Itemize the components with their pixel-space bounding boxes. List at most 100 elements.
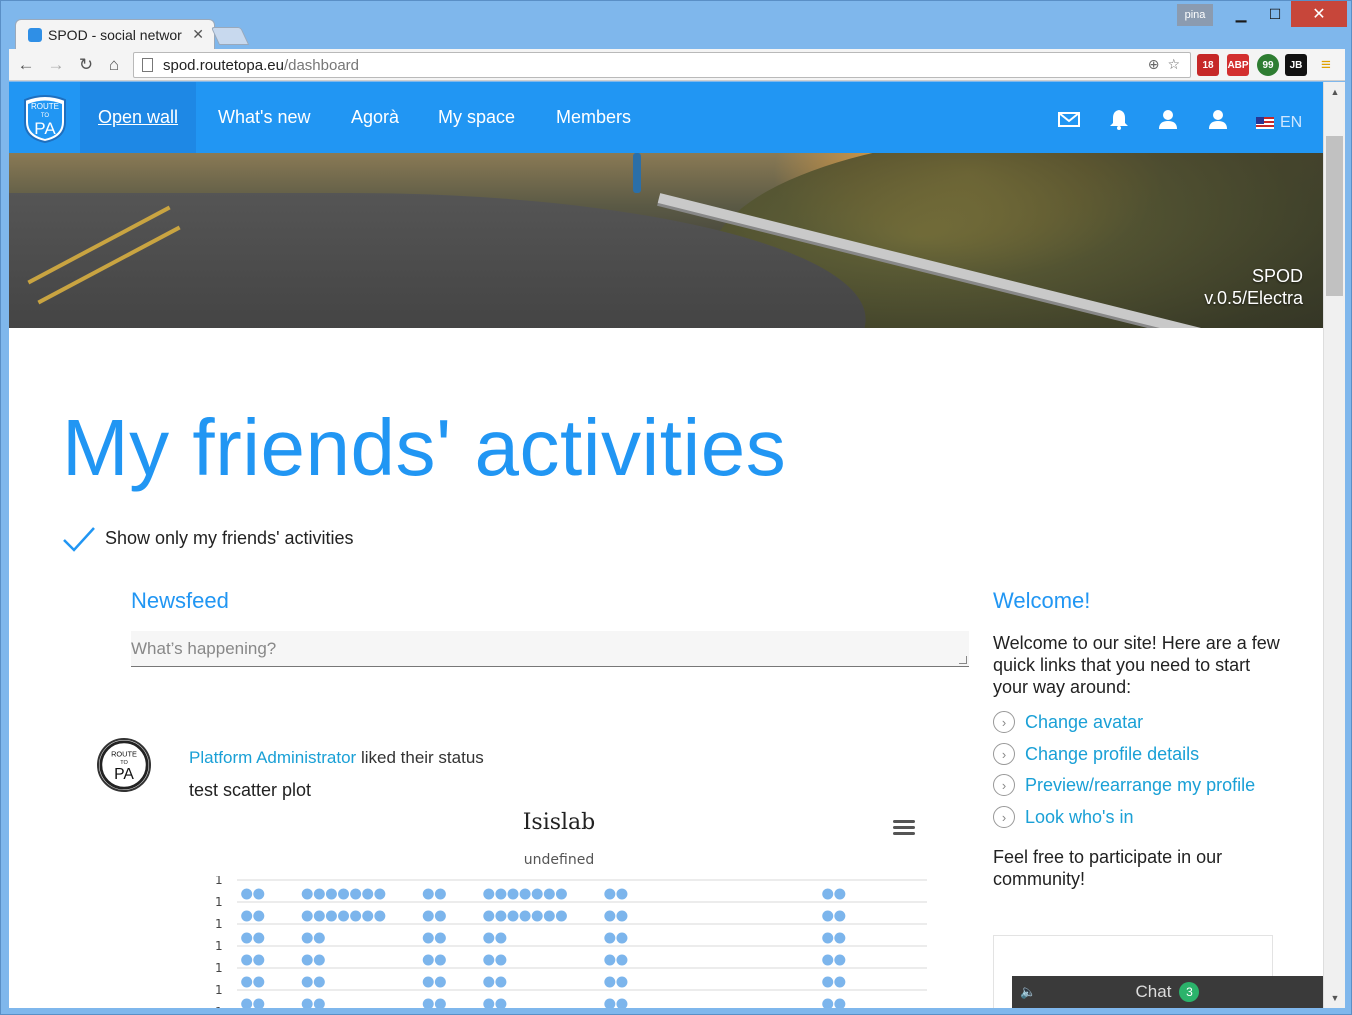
new-tab-button[interactable]: [210, 27, 250, 45]
scatter-point[interactable]: [313, 888, 325, 900]
scatter-point[interactable]: [507, 910, 519, 922]
scatter-point[interactable]: [301, 954, 313, 966]
change-profile-details-link[interactable]: › Change profile details: [993, 741, 1199, 767]
preview-profile-link[interactable]: › Preview/rearrange my profile: [993, 772, 1255, 798]
scatter-point[interactable]: [483, 976, 495, 988]
scatter-point[interactable]: [519, 910, 531, 922]
scatter-point[interactable]: [616, 954, 628, 966]
scatter-point[interactable]: [483, 932, 495, 944]
zoom-icon[interactable]: ⊕: [1148, 56, 1160, 73]
scatter-point[interactable]: [834, 998, 846, 1009]
profile-chip[interactable]: pina: [1177, 4, 1213, 26]
scatter-point[interactable]: [822, 932, 834, 944]
scatter-point[interactable]: [834, 976, 846, 988]
mail-icon[interactable]: [1058, 108, 1080, 130]
route-to-pa-logo[interactable]: ROUTE TO PA: [19, 92, 71, 144]
scatter-point[interactable]: [253, 932, 265, 944]
scatter-point[interactable]: [434, 976, 446, 988]
reload-icon[interactable]: ↻: [75, 54, 97, 76]
friend-requests-icon[interactable]: [1157, 108, 1179, 130]
scatter-point[interactable]: [313, 998, 325, 1009]
scatter-point[interactable]: [253, 910, 265, 922]
scatter-point[interactable]: [325, 888, 337, 900]
scatter-point[interactable]: [301, 932, 313, 944]
forward-icon[interactable]: →: [45, 54, 67, 76]
scatter-point[interactable]: [422, 910, 434, 922]
scatter-point[interactable]: [483, 998, 495, 1009]
scatter-point[interactable]: [253, 888, 265, 900]
scatter-point[interactable]: [301, 998, 313, 1009]
nav-open-wall[interactable]: Open wall: [80, 82, 197, 153]
scatter-point[interactable]: [483, 888, 495, 900]
scatter-point[interactable]: [604, 910, 616, 922]
scatter-point[interactable]: [507, 888, 519, 900]
scatter-point[interactable]: [434, 932, 446, 944]
scroll-thumb[interactable]: [1326, 136, 1343, 296]
scatter-point[interactable]: [434, 954, 446, 966]
scatter-point[interactable]: [241, 954, 253, 966]
jetbrains-icon[interactable]: JB: [1285, 54, 1307, 76]
scatter-point[interactable]: [325, 910, 337, 922]
scroll-up-icon[interactable]: ▲: [1324, 84, 1346, 100]
scatter-point[interactable]: [362, 888, 374, 900]
scatter-point[interactable]: [313, 976, 325, 988]
scatter-point[interactable]: [519, 888, 531, 900]
scatter-point[interactable]: [822, 998, 834, 1009]
scatter-point[interactable]: [422, 998, 434, 1009]
scatter-point[interactable]: [822, 976, 834, 988]
scatter-point[interactable]: [822, 888, 834, 900]
scatter-point[interactable]: [241, 976, 253, 988]
scatter-point[interactable]: [313, 954, 325, 966]
scatter-point[interactable]: [483, 910, 495, 922]
maximize-button[interactable]: ☐: [1257, 1, 1293, 27]
home-icon[interactable]: ⌂: [103, 54, 125, 76]
scatter-point[interactable]: [822, 910, 834, 922]
close-window-button[interactable]: ✕: [1291, 1, 1347, 27]
scatter-point[interactable]: [253, 998, 265, 1009]
scatter-point[interactable]: [434, 910, 446, 922]
menu-icon[interactable]: ≡: [1315, 54, 1337, 76]
extension-icon-2[interactable]: 99: [1257, 54, 1279, 76]
bell-icon[interactable]: [1108, 108, 1130, 130]
scatter-point[interactable]: [604, 998, 616, 1009]
scatter-point[interactable]: [301, 888, 313, 900]
scatter-point[interactable]: [495, 954, 507, 966]
scatter-point[interactable]: [241, 888, 253, 900]
scatter-point[interactable]: [422, 888, 434, 900]
user-profile-icon[interactable]: [1207, 108, 1229, 130]
scatter-point[interactable]: [555, 888, 567, 900]
scatter-point[interactable]: [543, 910, 555, 922]
scatter-point[interactable]: [422, 932, 434, 944]
chat-bar[interactable]: 🔈 Chat 3: [1012, 976, 1323, 1008]
scatter-point[interactable]: [834, 954, 846, 966]
scatter-point[interactable]: [350, 888, 362, 900]
checkmark-icon[interactable]: [62, 524, 96, 554]
scatter-point[interactable]: [301, 910, 313, 922]
scatter-point[interactable]: [495, 888, 507, 900]
speaker-icon[interactable]: 🔈: [1020, 984, 1036, 1000]
scatter-point[interactable]: [253, 954, 265, 966]
scatter-point[interactable]: [434, 998, 446, 1009]
scatter-point[interactable]: [834, 888, 846, 900]
nav-agora[interactable]: Agorà: [351, 82, 399, 153]
change-avatar-link[interactable]: › Change avatar: [993, 709, 1143, 735]
scatter-point[interactable]: [616, 998, 628, 1009]
address-bar[interactable]: spod.routetopa.eu/dashboard ⊕ ☆: [133, 52, 1191, 78]
extension-icon-1[interactable]: 18: [1197, 54, 1219, 76]
scatter-point[interactable]: [604, 888, 616, 900]
scatter-point[interactable]: [301, 976, 313, 988]
scatter-point[interactable]: [253, 976, 265, 988]
scatter-point[interactable]: [374, 888, 386, 900]
friends-filter-label[interactable]: Show only my friends' activities: [105, 528, 354, 549]
scatter-point[interactable]: [338, 910, 350, 922]
scatter-point[interactable]: [241, 910, 253, 922]
scatter-point[interactable]: [313, 932, 325, 944]
scatter-point[interactable]: [350, 910, 362, 922]
scatter-point[interactable]: [495, 932, 507, 944]
bookmark-star-icon[interactable]: ☆: [1167, 56, 1180, 73]
nav-my-space[interactable]: My space: [438, 82, 515, 153]
scatter-point[interactable]: [241, 998, 253, 1009]
scatter-point[interactable]: [313, 910, 325, 922]
scatter-point[interactable]: [543, 888, 555, 900]
scatter-point[interactable]: [604, 976, 616, 988]
